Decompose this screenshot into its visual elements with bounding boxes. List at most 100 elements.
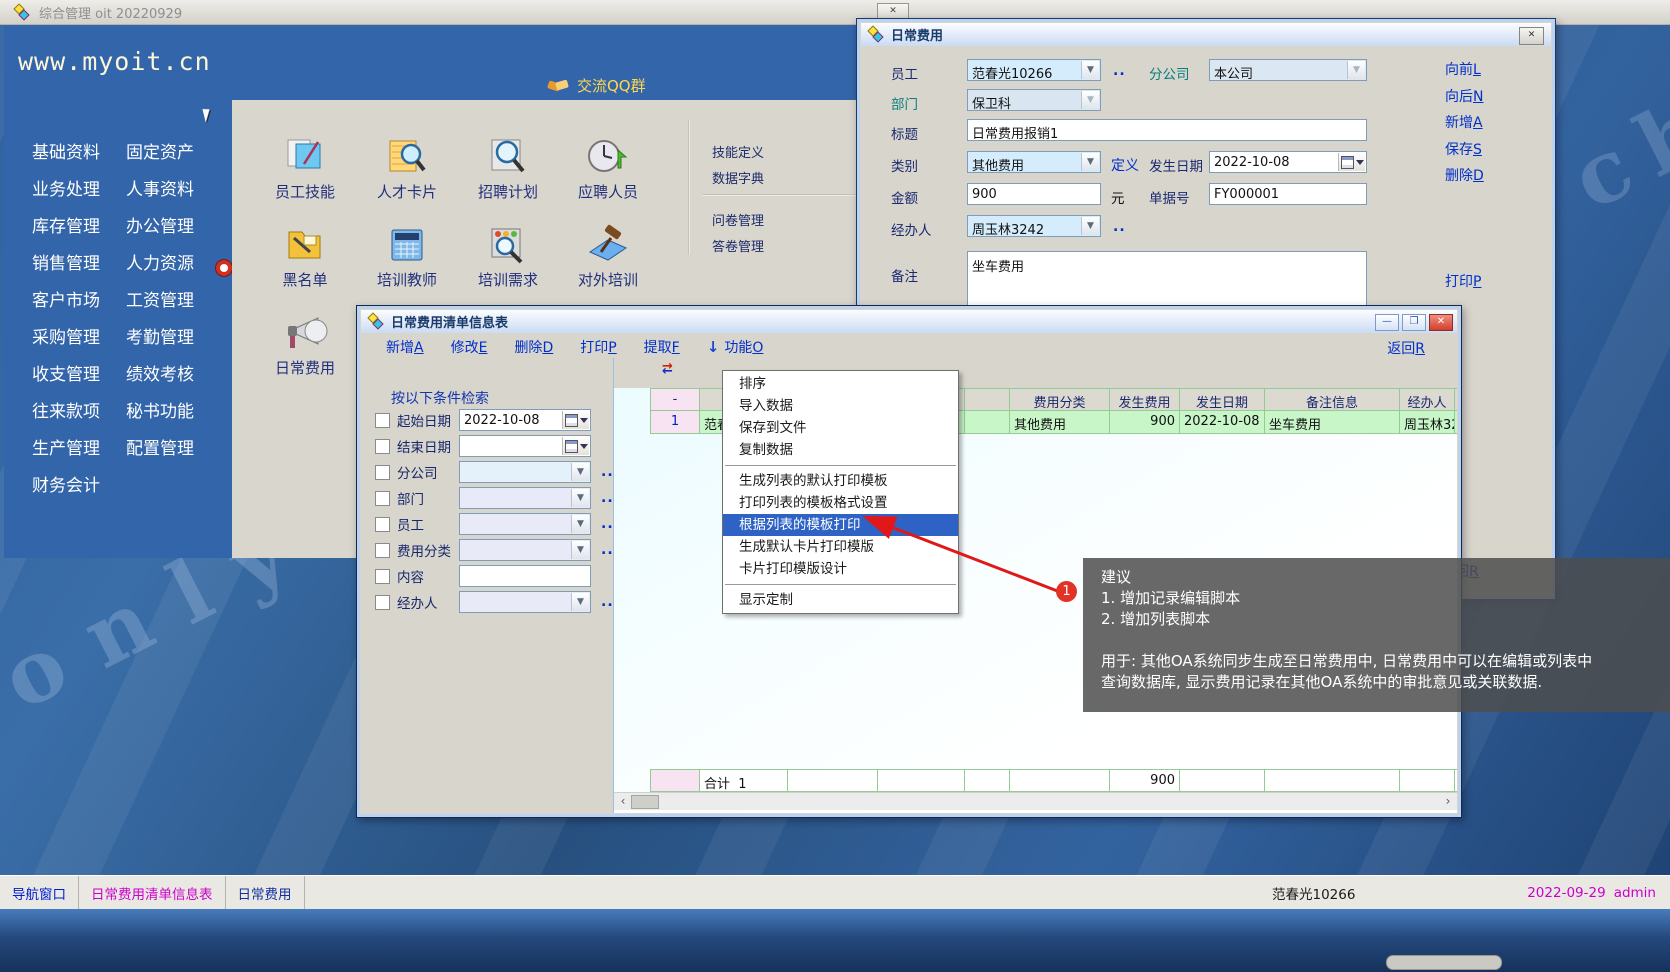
module-external-training[interactable]: 对外培训 <box>560 222 656 290</box>
sidebar-item-production[interactable]: 生产管理 <box>32 434 100 457</box>
checkbox[interactable] <box>375 595 390 610</box>
minimize-button[interactable]: — <box>1375 314 1399 331</box>
statusbar-tab-daily-expense[interactable]: 日常费用 <box>226 876 305 909</box>
toolbar-delete[interactable]: 删除D <box>514 337 553 357</box>
sidebar-item-inventory[interactable]: 库存管理 <box>32 212 100 235</box>
dept-filter-select[interactable]: ▼ <box>459 487 591 509</box>
menu-item-copy[interactable]: 复制数据 <box>723 439 958 461</box>
print-button[interactable]: 打印P <box>1445 271 1481 291</box>
calendar-icon[interactable] <box>1338 153 1365 171</box>
agent-more-button[interactable]: .. <box>1113 219 1126 235</box>
sidebar-item-finance[interactable]: 财务会计 <box>32 471 100 494</box>
sidebar-item-payroll[interactable]: 工资管理 <box>126 286 194 309</box>
agent-more-button[interactable]: .. <box>601 594 614 610</box>
employee-filter-select[interactable]: ▼ <box>459 513 591 535</box>
chevron-down-icon[interactable]: ▼ <box>571 593 589 611</box>
module-applicants[interactable]: 应聘人员 <box>560 134 656 202</box>
statusbar-tab-navigation[interactable]: 导航窗口 <box>0 876 79 909</box>
checkbox[interactable] <box>375 413 390 428</box>
side-item-skill-define[interactable]: 技能定义 <box>712 142 764 161</box>
chevron-down-icon[interactable]: ▼ <box>1081 61 1099 79</box>
sidebar-item-business[interactable]: 业务处理 <box>32 175 100 198</box>
list-return-button[interactable]: 返回R <box>1387 338 1425 358</box>
swap-columns-icon[interactable]: →← <box>662 362 673 376</box>
category-select[interactable]: 其他费用▼ <box>967 151 1101 173</box>
toolbar-print[interactable]: 打印P <box>580 337 616 357</box>
close-button[interactable]: ✕ <box>1429 314 1453 331</box>
scroll-left-arrow[interactable]: ‹ <box>615 793 631 810</box>
checkbox[interactable] <box>375 491 390 506</box>
checkbox[interactable] <box>375 543 390 558</box>
dialog-titlebar[interactable]: 日常费用 <box>861 23 1551 46</box>
docno-input[interactable]: FY000001 <box>1209 183 1367 205</box>
dept-more-button[interactable]: .. <box>601 490 614 506</box>
title-input[interactable]: 日常费用报销1 <box>967 119 1367 141</box>
scrollbar-thumb[interactable] <box>631 795 659 809</box>
module-recruit-plan[interactable]: 招聘计划 <box>460 134 556 202</box>
date-field[interactable]: 2022-10-08 <box>1209 151 1367 173</box>
menu-item-gen-card-template[interactable]: 生成默认卡片打印模版 <box>723 536 958 558</box>
sidebar-item-purchasing[interactable]: 采购管理 <box>32 323 100 346</box>
cell-amount[interactable]: 900 <box>1110 411 1180 434</box>
sidebar-item-fixed-assets[interactable]: 固定资产 <box>126 138 194 161</box>
sidebar-item-hr-records[interactable]: 人事资料 <box>126 175 194 198</box>
toolbar-add[interactable]: 新增A <box>386 337 424 357</box>
calendar-icon[interactable] <box>562 411 589 429</box>
qq-group-link[interactable]: 交流QQ群 <box>548 75 646 96</box>
dialog-close-button[interactable]: ✕ <box>1519 27 1544 45</box>
prev-button[interactable]: 向前L <box>1445 59 1481 79</box>
cell-note[interactable]: 坐车费用 <box>1265 411 1400 434</box>
column-header-amount[interactable]: 发生费用 <box>1110 388 1180 411</box>
column-header-category[interactable]: 费用分类 <box>1010 388 1110 411</box>
bottom-scroll-pill[interactable] <box>1386 955 1502 970</box>
toolbar-extract[interactable]: 提取F <box>644 337 680 357</box>
module-training-needs[interactable]: 培训需求 <box>460 222 556 290</box>
branch-select[interactable]: 本公司▼ <box>1209 59 1367 81</box>
scroll-right-arrow[interactable]: › <box>1440 793 1456 810</box>
toolbar-functions[interactable]: 功能O <box>724 337 763 357</box>
note-textarea[interactable]: 坐车费用 <box>967 251 1367 313</box>
chevron-down-icon[interactable]: ▼ <box>1347 61 1365 79</box>
side-item-answer-sheet[interactable]: 答卷管理 <box>712 236 764 255</box>
statusbar-tab-expense-list[interactable]: 日常费用清单信息表 <box>79 876 226 909</box>
start-date-field[interactable]: 2022-10-08 <box>459 409 591 431</box>
sidebar-item-config[interactable]: 配置管理 <box>126 434 194 457</box>
module-employee-skills[interactable]: 员工技能 <box>257 134 353 202</box>
column-header-note[interactable]: 备注信息 <box>1265 388 1400 411</box>
agent-select[interactable]: 周玉林3242▼ <box>967 215 1101 237</box>
chevron-down-icon[interactable]: ▼ <box>571 489 589 507</box>
employee-more-button[interactable]: .. <box>1113 63 1126 79</box>
branch-more-button[interactable]: .. <box>601 464 614 480</box>
save-button[interactable]: 保存S <box>1445 139 1482 159</box>
cell-docno[interactable]: FY000001 <box>1455 411 1457 434</box>
sidebar-item-hr[interactable]: 人力资源 <box>126 249 194 272</box>
column-header-agent[interactable]: 经办人 <box>1400 388 1455 411</box>
calendar-icon[interactable] <box>562 437 589 455</box>
menu-item-print-by-template[interactable]: 根据列表的模板打印 <box>723 514 958 536</box>
sidebar-item-attendance[interactable]: 考勤管理 <box>126 323 194 346</box>
checkbox[interactable] <box>375 465 390 480</box>
chevron-down-icon[interactable]: ▼ <box>1081 153 1099 171</box>
checkbox[interactable] <box>375 569 390 584</box>
menu-item-template-format[interactable]: 打印列表的模板格式设置 <box>723 492 958 514</box>
column-header-date[interactable]: 发生日期 <box>1180 388 1265 411</box>
selector-header[interactable]: - <box>650 388 700 411</box>
menu-item-gen-list-template[interactable]: 生成列表的默认打印模板 <box>723 470 958 492</box>
category-more-button[interactable]: .. <box>601 542 614 558</box>
module-daily-expense[interactable]: 日常费用 <box>257 310 353 378</box>
sidebar-item-office[interactable]: 办公管理 <box>126 212 194 235</box>
module-trainers[interactable]: 培训教师 <box>359 222 455 290</box>
menu-item-import[interactable]: 导入数据 <box>723 395 958 417</box>
checkbox[interactable] <box>375 517 390 532</box>
amount-input[interactable]: 900 <box>967 183 1101 205</box>
chevron-down-icon[interactable]: ▼ <box>1081 217 1099 235</box>
sidebar-item-accounts[interactable]: 往来款项 <box>32 397 100 420</box>
cell-date[interactable]: 2022-10-08 <box>1180 411 1265 434</box>
row-index[interactable]: 1 <box>650 411 700 434</box>
employee-more-button[interactable]: .. <box>601 516 614 532</box>
column-header-docno[interactable]: 单据号 <box>1455 388 1457 411</box>
menu-item-card-template-design[interactable]: 卡片打印模版设计 <box>723 558 958 580</box>
menu-item-sort[interactable]: 排序 <box>723 373 958 395</box>
cell-category[interactable]: 其他费用 <box>1010 411 1110 434</box>
sidebar-item-basic-data[interactable]: 基础资料 <box>32 138 100 161</box>
